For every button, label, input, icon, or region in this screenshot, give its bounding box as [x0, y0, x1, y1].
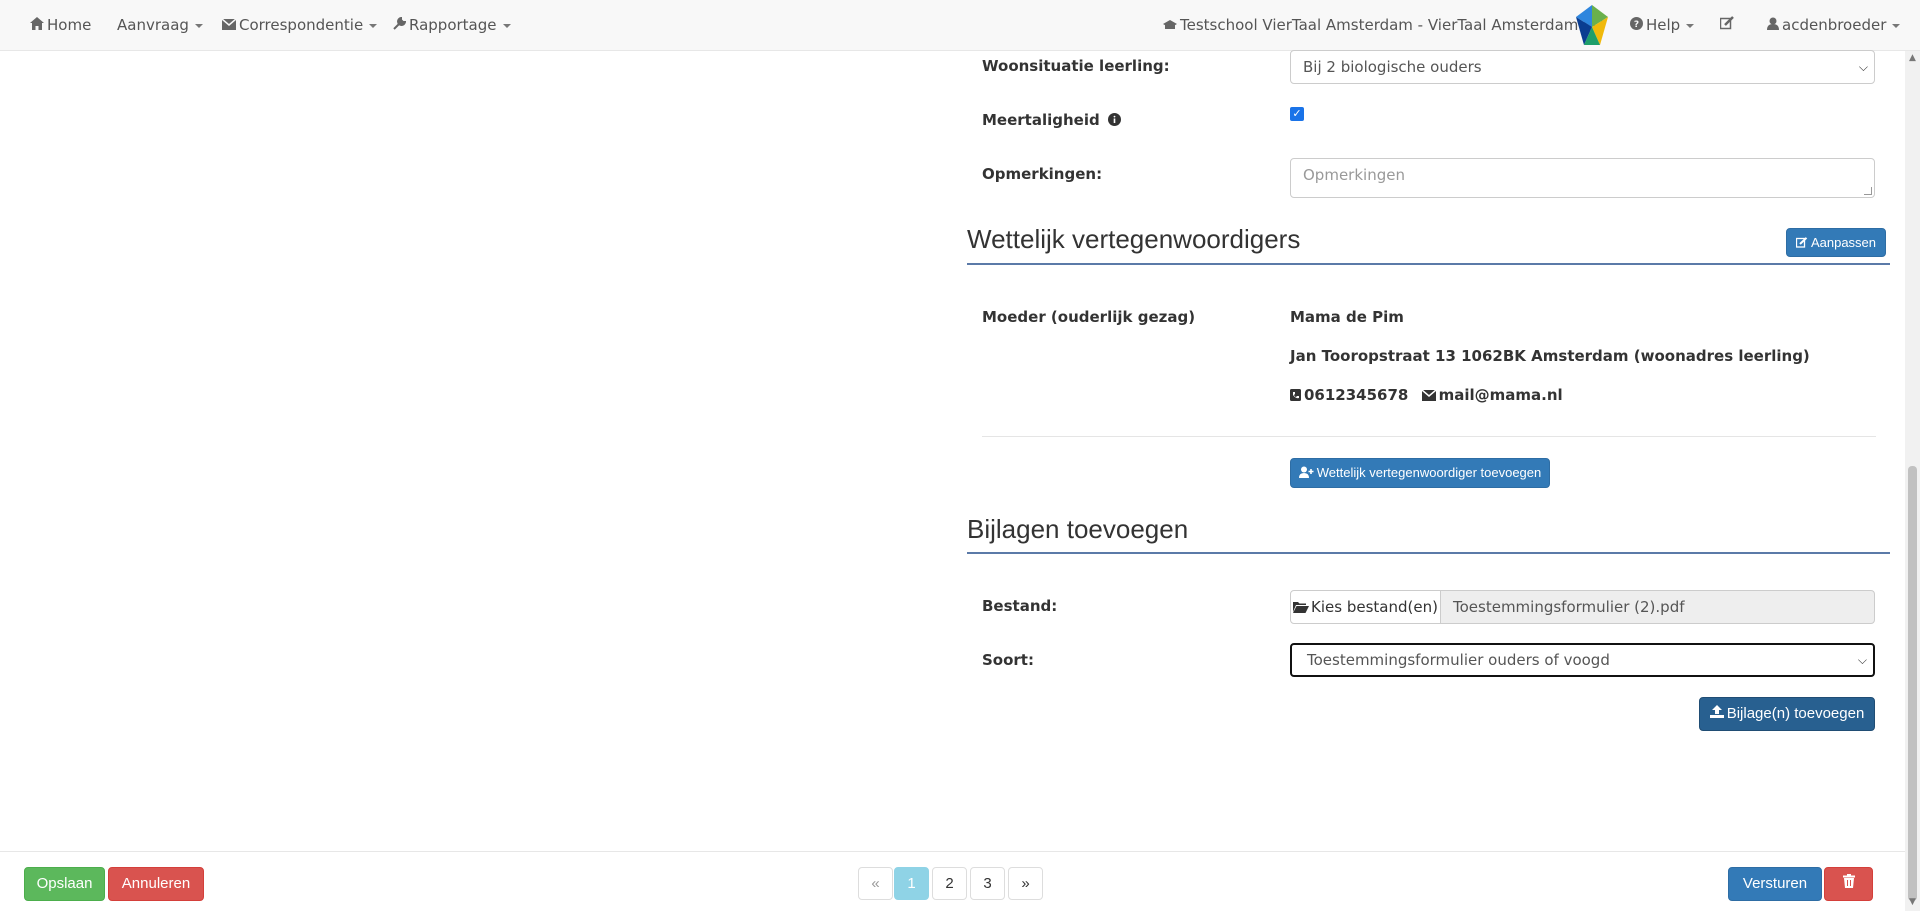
add-attachment-button[interactable]: Bijlage(n) toevoegen — [1699, 697, 1875, 731]
nav-correspondentie-label: Correspondentie — [239, 16, 364, 34]
info-icon — [1107, 112, 1121, 130]
attachments-title: Bijlagen toevoegen — [967, 514, 1189, 544]
choose-file-label: Kies bestand(en) — [1311, 598, 1438, 616]
nav-edit[interactable] — [1719, 0, 1738, 51]
representative-relation: Moeder (ouderlijk gezag) — [982, 308, 1196, 326]
nav-home[interactable]: Home — [30, 0, 91, 50]
nav-user[interactable]: acdenbroeder — [1767, 0, 1901, 51]
wrench-icon — [393, 1, 407, 51]
nav-correspondentie[interactable]: Correspondentie — [221, 0, 378, 51]
caret-down-icon — [369, 23, 378, 28]
add-attachment-label: Bijlage(n) toevoegen — [1726, 705, 1865, 722]
svg-text:?: ? — [1634, 20, 1639, 30]
meertaligheid-label: Meertaligheid — [982, 111, 1121, 130]
soort-select[interactable]: Toestemmingsformulier ouders of voogd ⌵ — [1290, 643, 1875, 677]
representative-name: Mama de Pim — [1290, 308, 1404, 326]
nav-school-switcher[interactable]: Testschool VierTaal Amsterdam - VierTaal… — [1163, 0, 1604, 50]
section-divider — [967, 263, 1890, 265]
chevron-down-icon: ⌵ — [1857, 653, 1867, 667]
add-representative-button[interactable]: Wettelijk vertegenwoordiger toevoegen — [1290, 458, 1550, 488]
edit-icon — [1795, 230, 1808, 257]
question-circle-icon: ? — [1630, 1, 1643, 51]
edit-icon — [1719, 1, 1735, 51]
meertaligheid-label-text: Meertaligheid — [982, 111, 1100, 129]
upload-icon — [1709, 698, 1724, 730]
opmerkingen-placeholder: Opmerkingen — [1303, 166, 1405, 184]
section-divider — [967, 552, 1890, 554]
soort-label: Soort: — [982, 651, 1034, 669]
school-icon — [1163, 1, 1177, 51]
woonsituatie-select[interactable]: Bij 2 biologische ouders ⌵ — [1290, 50, 1875, 84]
cancel-button[interactable]: Annuleren — [108, 867, 204, 901]
pager-page-2[interactable]: 2 — [932, 867, 967, 900]
nav-aanvraag[interactable]: Aanvraag — [117, 0, 203, 50]
caret-down-icon — [1892, 23, 1901, 28]
resize-handle-icon[interactable] — [1864, 187, 1872, 195]
aanpassen-label: Aanpassen — [1810, 235, 1877, 250]
save-button[interactable]: Opslaan — [24, 867, 105, 901]
soort-value: Toestemmingsformulier ouders of voogd — [1307, 651, 1610, 669]
choose-file-button[interactable]: Kies bestand(en) — [1290, 590, 1441, 624]
nav-school-label: Testschool VierTaal Amsterdam - VierTaal… — [1180, 16, 1605, 34]
meertaligheid-checkbox[interactable]: ✓ — [1290, 107, 1304, 121]
nav-home-label: Home — [47, 16, 92, 34]
top-navbar: Home Aanvraag Correspondentie Rapportage… — [0, 0, 1920, 51]
representatives-title: Wettelijk vertegenwoordigers — [967, 224, 1301, 254]
scrollbar-thumb[interactable] — [1908, 466, 1917, 901]
bestand-label: Bestand: — [982, 597, 1058, 615]
scroll-down-arrow-icon[interactable]: ▼ — [1908, 897, 1917, 907]
nav-rapportage[interactable]: Rapportage — [393, 0, 511, 50]
caret-down-icon — [194, 23, 203, 28]
nav-user-label: acdenbroeder — [1782, 16, 1887, 34]
pager-prev[interactable]: « — [858, 867, 893, 900]
chevron-down-icon: ⌵ — [1858, 60, 1868, 74]
representative-phone: 0612345678 — [1304, 386, 1409, 404]
envelope-icon — [1421, 387, 1437, 405]
representative-divider — [982, 436, 1876, 437]
user-icon — [1767, 1, 1779, 51]
woonsituatie-value: Bij 2 biologische ouders — [1303, 58, 1482, 76]
folder-open-icon — [1293, 592, 1310, 624]
envelope-icon — [221, 1, 237, 51]
home-icon — [30, 1, 44, 51]
representative-contact: 0612345678 mail@mama.nl — [1290, 386, 1563, 405]
pager-page-1[interactable]: 1 — [894, 867, 929, 900]
add-representative-label: Wettelijk vertegenwoordiger toevoegen — [1316, 465, 1542, 480]
nav-help-label: Help — [1646, 16, 1681, 34]
scroll-up-arrow-icon[interactable]: ▲ — [1908, 53, 1917, 63]
opmerkingen-textarea[interactable]: Opmerkingen — [1290, 158, 1875, 198]
delete-button[interactable] — [1824, 867, 1873, 901]
nav-rapportage-label: Rapportage — [409, 16, 497, 34]
pager-next[interactable]: » — [1008, 867, 1043, 900]
send-button[interactable]: Versturen — [1728, 867, 1822, 901]
vertical-scrollbar[interactable]: ▲ ▼ — [1905, 51, 1920, 911]
opmerkingen-label: Opmerkingen: — [982, 165, 1103, 183]
viertaal-logo — [1570, 3, 1614, 47]
woonsituatie-label: Woonsituatie leerling: — [982, 57, 1170, 75]
caret-down-icon — [1686, 23, 1695, 28]
aanpassen-button[interactable]: Aanpassen — [1786, 228, 1886, 257]
representative-address: Jan Tooropstraat 13 1062BK Amsterdam (wo… — [1290, 347, 1810, 365]
nav-aanvraag-label: Aanvraag — [117, 16, 189, 34]
pager-page-3[interactable]: 3 — [970, 867, 1005, 900]
representative-email[interactable]: mail@mama.nl — [1439, 386, 1563, 404]
nav-help[interactable]: ? Help — [1630, 0, 1695, 51]
phone-icon — [1290, 387, 1301, 405]
selected-file-name: Toestemmingsformulier (2).pdf — [1440, 590, 1875, 624]
caret-down-icon — [502, 23, 511, 28]
trash-icon — [1842, 868, 1855, 900]
user-plus-icon — [1298, 460, 1314, 488]
